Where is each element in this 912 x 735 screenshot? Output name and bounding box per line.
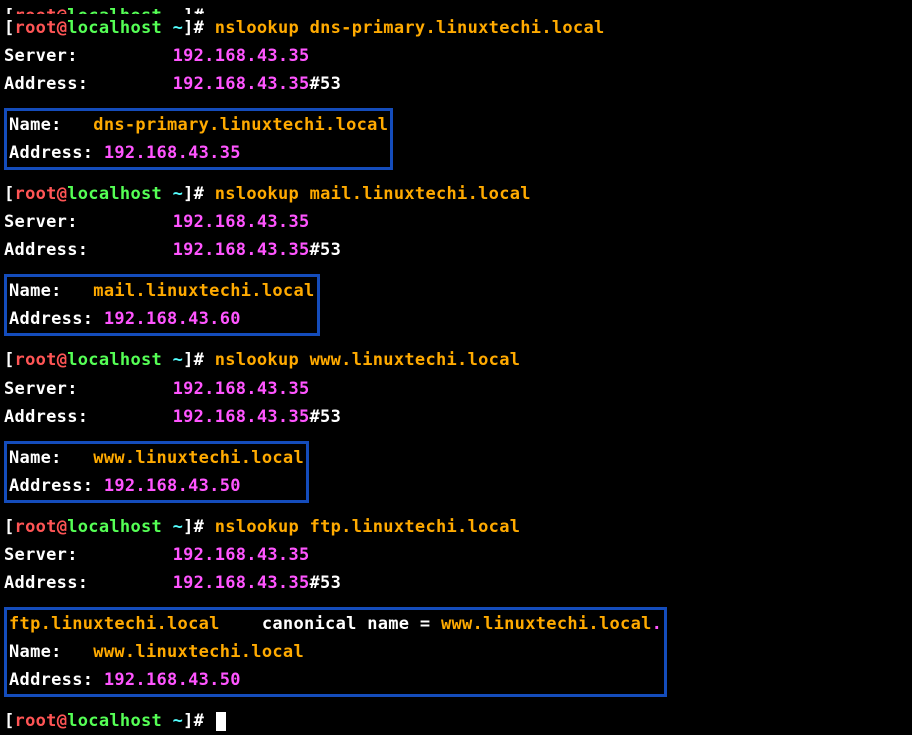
- address-line: Address: 192.168.43.35#53: [4, 70, 908, 98]
- server-line: Server: 192.168.43.35: [4, 541, 908, 569]
- server-line: Server: 192.168.43.35: [4, 375, 908, 403]
- result-box: Name: mail.linuxtechi.local Address: 192…: [4, 274, 320, 336]
- command-line: [root@localhost ~]# nslookup www.linuxte…: [4, 346, 908, 374]
- result-cname-line: ftp.linuxtechi.local canonical name = ww…: [9, 610, 662, 638]
- result-address-line: Address: 192.168.43.50: [9, 666, 662, 694]
- result-address-line: Address: 192.168.43.35: [9, 139, 388, 167]
- command-line: [root@localhost ~]# nslookup mail.linuxt…: [4, 180, 908, 208]
- cursor-icon: [216, 712, 226, 731]
- result-address-line: Address: 192.168.43.60: [9, 305, 315, 333]
- command-text: nslookup ftp.linuxtechi.local: [215, 517, 521, 537]
- result-name-line: Name: mail.linuxtechi.local: [9, 277, 315, 305]
- terminal-output: [root@localhost ~]# [root@localhost ~]# …: [4, 5, 908, 735]
- result-name-line: Name: dns-primary.linuxtechi.local: [9, 111, 388, 139]
- command-text: nslookup mail.linuxtechi.local: [215, 184, 531, 204]
- address-line: Address: 192.168.43.35#53: [4, 403, 908, 431]
- command-text: nslookup www.linuxtechi.local: [215, 350, 521, 370]
- prompt-line[interactable]: [root@localhost ~]#: [4, 707, 908, 735]
- command-line: [root@localhost ~]# nslookup ftp.linuxte…: [4, 513, 908, 541]
- result-box: Name: www.linuxtechi.local Address: 192.…: [4, 441, 309, 503]
- server-line: Server: 192.168.43.35: [4, 42, 908, 70]
- result-name-line: Name: www.linuxtechi.local: [9, 444, 304, 472]
- result-name-line: Name: www.linuxtechi.local: [9, 638, 662, 666]
- result-box: ftp.linuxtechi.local canonical name = ww…: [4, 607, 667, 697]
- server-line: Server: 192.168.43.35: [4, 208, 908, 236]
- result-address-line: Address: 192.168.43.50: [9, 472, 304, 500]
- command-text: nslookup dns-primary.linuxtechi.local: [215, 18, 605, 38]
- address-line: Address: 192.168.43.35#53: [4, 569, 908, 597]
- command-line: [root@localhost ~]# nslookup dns-primary…: [4, 14, 908, 42]
- result-box: Name: dns-primary.linuxtechi.local Addre…: [4, 108, 393, 170]
- address-line: Address: 192.168.43.35#53: [4, 236, 908, 264]
- truncated-line: [root@localhost ~]#: [4, 5, 908, 14]
